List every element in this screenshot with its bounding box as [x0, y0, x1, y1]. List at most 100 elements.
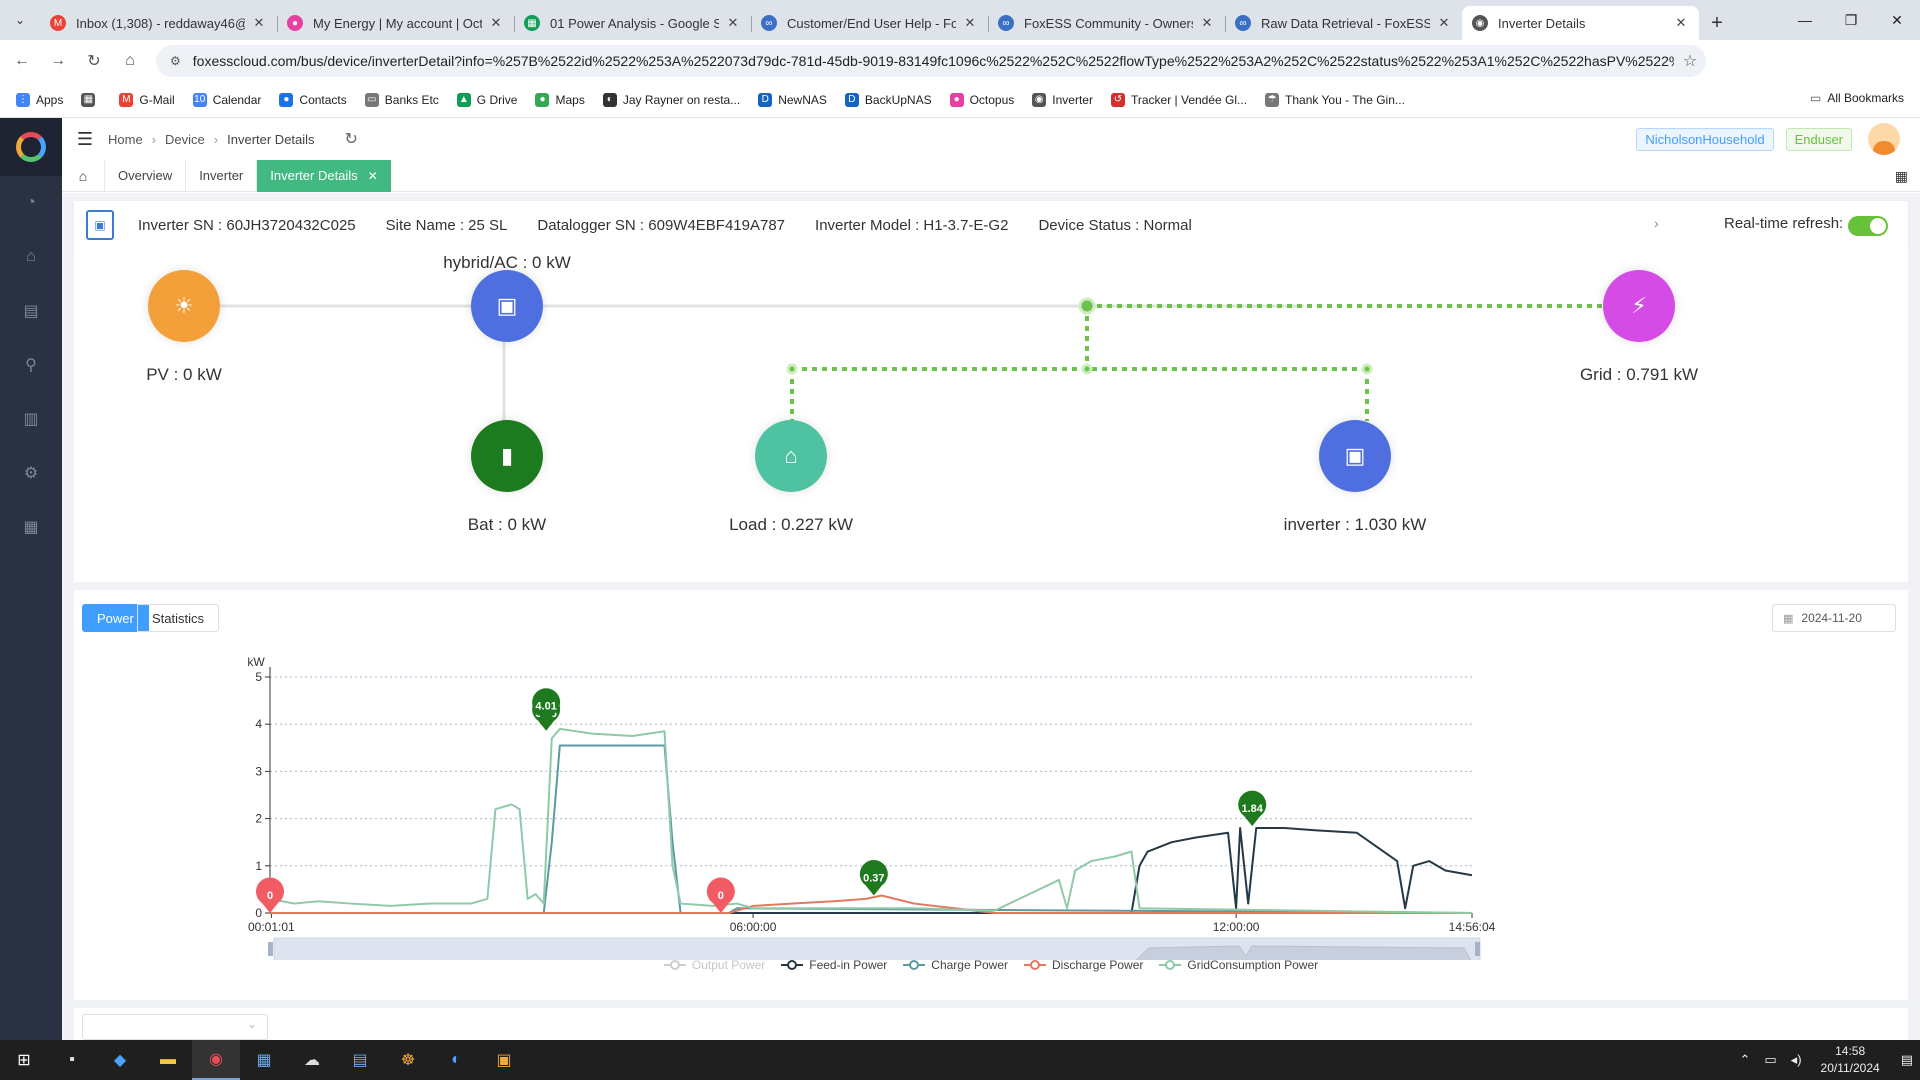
home-icon[interactable]: ⌂	[112, 52, 148, 70]
realtime-refresh-toggle[interactable]	[1848, 216, 1888, 236]
battery-node[interactable]: ▮	[471, 420, 543, 492]
browser-tab[interactable]: ▦ 01 Power Analysis - Google Sh ✕	[514, 6, 751, 40]
chevron-up-icon[interactable]: ⌃	[1739, 1052, 1750, 1068]
realtime-refresh-label: Real-time refresh:	[1724, 215, 1844, 232]
sidebar-report-icon[interactable]: ▥	[0, 392, 62, 446]
app-icon[interactable]: ▤	[336, 1040, 384, 1080]
sidebar-home-icon[interactable]: ⌂	[0, 230, 62, 284]
app-icon[interactable]: ◐	[432, 1040, 480, 1080]
favicon-icon: ∞	[761, 15, 777, 31]
bookmark-label: Tracker | Vendée Gl...	[1130, 92, 1248, 107]
calculator-icon[interactable]: ▦	[240, 1040, 288, 1080]
close-tab-icon[interactable]: ✕	[488, 15, 504, 31]
clock[interactable]: 14:58 20/11/2024	[1821, 1043, 1880, 1077]
new-tab-button[interactable]: +	[1699, 6, 1735, 40]
sidebar-monitor-icon[interactable]: ◔	[0, 176, 62, 230]
breadcrumb-home[interactable]: Home	[108, 132, 143, 147]
sonos-app-icon[interactable]: ▪	[48, 1040, 96, 1080]
volume-icon[interactable]: ◂)	[1791, 1052, 1802, 1068]
power-line-chart[interactable]: 0 1 2 3 4 5kW 00:01:01 06:00:00 12:00:00 14:56:04…	[74, 590, 1908, 960]
browser-tab[interactable]: ◉ Inverter Details ✕	[1462, 6, 1699, 40]
bookmark-item[interactable]: ↺ Tracker | Vendée Gl...	[1110, 92, 1248, 107]
close-tab-icon[interactable]: ✕	[251, 15, 267, 31]
legend-item[interactable]: Feed-in Power	[781, 958, 887, 972]
close-window-icon[interactable]: ✕	[1874, 0, 1920, 40]
chevron-right-icon[interactable]: ›	[1654, 215, 1659, 231]
home-tab-icon[interactable]: ⌂	[62, 168, 104, 184]
network-icon[interactable]: ▭	[1764, 1052, 1776, 1068]
household-badge[interactable]: NicholsonHousehold	[1636, 127, 1774, 151]
bookmark-item[interactable]: ● Contacts	[279, 92, 347, 107]
refresh-icon[interactable]: ↻	[345, 129, 358, 149]
app-icon[interactable]: ☁	[288, 1040, 336, 1080]
bookmark-item[interactable]: 10 Calendar	[192, 92, 261, 107]
energy-flow-panel: ☀ ▣ ▮ ⌂ ▣ ⚡ PV : 0 kW hybrid/AC : 0 kW B…	[74, 249, 1908, 582]
minimize-icon[interactable]: —	[1782, 0, 1828, 40]
browser-tab[interactable]: ∞ Customer/End User Help - Fox ✕	[751, 6, 988, 40]
foxess-logo[interactable]	[0, 118, 62, 176]
legend-item[interactable]: Output Power	[663, 958, 765, 972]
forward-icon[interactable]: →	[40, 52, 76, 70]
legend-marker-icon	[1159, 960, 1182, 970]
windows-start-icon[interactable]: ⊞	[0, 1040, 48, 1080]
bookmark-star-icon[interactable]: ☆	[1674, 51, 1706, 71]
grid-node[interactable]: ⚡	[1603, 270, 1675, 342]
close-tab-icon[interactable]: ✕	[962, 15, 978, 31]
tab-search-icon[interactable]: ⌄	[0, 0, 40, 40]
sidebar-alarm-icon[interactable]: ⚲	[0, 338, 62, 392]
apps-grid-icon[interactable]: ▦	[1895, 168, 1908, 185]
browser-tab[interactable]: M Inbox (1,308) - reddaway46@ ✕	[40, 6, 277, 40]
file-explorer-icon[interactable]: ▬	[144, 1040, 192, 1080]
tab-inverter[interactable]: Inverter	[185, 159, 256, 192]
close-tab-icon[interactable]: ✕	[368, 169, 378, 183]
bookmark-item[interactable]: ◉ Inverter	[1032, 92, 1093, 107]
tab-inverter-details[interactable]: Inverter Details ✕	[256, 159, 391, 192]
bookmark-item[interactable]: ● Maps	[535, 92, 585, 107]
bookmark-item[interactable]: ▲ G Drive	[456, 92, 517, 107]
close-tab-icon[interactable]: ✕	[1199, 15, 1215, 31]
back-icon[interactable]: ←	[4, 52, 40, 70]
browser-tab[interactable]: ● My Energy | My account | Oct ✕	[277, 6, 514, 40]
legend-item[interactable]: GridConsumption Power	[1159, 958, 1318, 972]
app-icon[interactable]: ◆	[96, 1040, 144, 1080]
bookmark-item[interactable]: ▦	[81, 92, 101, 107]
tab-overview[interactable]: Overview	[104, 159, 185, 192]
y-tick-label: 1	[255, 859, 262, 873]
close-tab-icon[interactable]: ✕	[725, 15, 741, 31]
pv-node[interactable]: ☀	[148, 270, 220, 342]
inverter-node[interactable]: ▣	[1319, 420, 1391, 492]
sidebar-device-icon[interactable]: ▤	[0, 284, 62, 338]
close-tab-icon[interactable]: ✕	[1673, 15, 1689, 31]
bookmark-item[interactable]: ◐ Jay Rayner on resta...	[602, 92, 740, 107]
bookmark-item[interactable]: ☂ Thank You - The Gin...	[1265, 92, 1405, 107]
bookmark-item[interactable]: ⋮ Apps	[16, 92, 63, 107]
close-tab-icon[interactable]: ✕	[1436, 15, 1452, 31]
legend-item[interactable]: Discharge Power	[1024, 958, 1143, 972]
breadcrumb-device[interactable]: Device	[165, 132, 205, 147]
sonos-icon[interactable]: ▣	[480, 1040, 528, 1080]
bookmark-item[interactable]: M G-Mail	[119, 92, 175, 107]
url-input[interactable]: ⚙ foxesscloud.com/bus/device/inverterDet…	[156, 45, 1706, 77]
app-icon[interactable]: ☸	[384, 1040, 432, 1080]
sidebar-document-icon[interactable]: ▦	[0, 500, 62, 554]
bookmark-item[interactable]: D BackUpNAS	[844, 92, 932, 107]
device-select[interactable]	[82, 1014, 268, 1040]
sidebar-settings-icon[interactable]: ⚙	[0, 446, 62, 500]
bookmark-item[interactable]: D NewNAS	[758, 92, 827, 107]
reload-icon[interactable]: ↻	[76, 51, 112, 71]
hybrid-node[interactable]: ▣	[471, 270, 543, 342]
legend-item[interactable]: Charge Power	[903, 958, 1008, 972]
load-node[interactable]: ⌂	[755, 420, 827, 492]
all-bookmarks-button[interactable]: ▭ All Bookmarks	[1810, 91, 1904, 105]
bookmark-item[interactable]: ● Octopus	[949, 92, 1014, 107]
menu-toggle-icon[interactable]: ☰	[62, 129, 108, 150]
browser-tab[interactable]: ∞ Raw Data Retrieval - FoxESS C ✕	[1225, 6, 1462, 40]
site-info-icon[interactable]: ⚙	[170, 54, 181, 68]
restore-icon[interactable]: ❐	[1828, 0, 1874, 40]
bookmark-favicon-icon: ↺	[1110, 92, 1125, 107]
user-avatar[interactable]	[1868, 123, 1900, 155]
chrome-icon[interactable]: ◉	[192, 1040, 240, 1080]
notifications-icon[interactable]: ▤	[1901, 1052, 1913, 1068]
bookmark-item[interactable]: ▭ Banks Etc	[364, 92, 439, 107]
browser-tab[interactable]: ∞ FoxESS Community - Owners ✕	[988, 6, 1225, 40]
